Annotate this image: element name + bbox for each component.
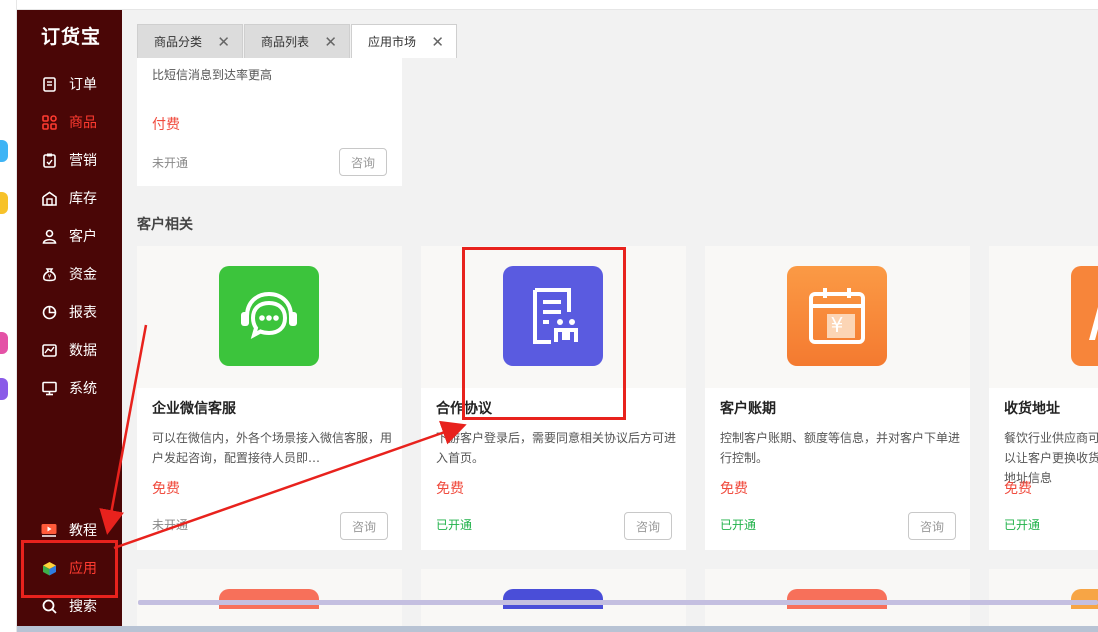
- search-icon: [41, 598, 57, 614]
- svg-text:¥: ¥: [47, 273, 51, 280]
- desktop-edge: [0, 0, 17, 632]
- app-card[interactable]: [421, 569, 686, 626]
- app-card-wechat-service[interactable]: 企业微信客服 可以在微信内，外各个场景接入微信客服，用户发起咨询，配置接待人员即…: [137, 246, 402, 550]
- sidebar-item-label: 系统: [69, 381, 97, 397]
- app-card-shipping-address[interactable]: 收货地址 餐饮行业供应商可以让客户更换收货地址信息 免费 已开通: [989, 246, 1098, 550]
- money-bag-icon: ¥: [41, 266, 57, 282]
- sidebar-item-label: 库存: [69, 191, 97, 207]
- chat-headset-icon: [219, 266, 319, 366]
- app-card[interactable]: [989, 569, 1098, 626]
- app-icon-partial: [503, 589, 603, 609]
- sidebar-item-label: 报表: [69, 305, 97, 321]
- tab-label: 应用市场: [368, 35, 417, 49]
- close-icon[interactable]: ✕: [431, 33, 444, 51]
- play-icon: [41, 522, 57, 538]
- sidebar-item-products[interactable]: 商品: [41, 111, 97, 133]
- clipboard-icon: [41, 152, 57, 168]
- sidebar-item-label: 资金: [69, 267, 97, 283]
- address-icon: [1071, 266, 1098, 366]
- tab-label: 商品分类: [154, 35, 203, 49]
- card-price: 免费: [436, 481, 464, 497]
- app-icon-partial: [1071, 589, 1098, 609]
- sidebar-item-search[interactable]: 搜索: [41, 595, 97, 617]
- grid-icon: [41, 114, 57, 130]
- consult-button[interactable]: 咨询: [340, 512, 388, 540]
- desktop-app-icon: [0, 140, 8, 162]
- app-card[interactable]: [705, 569, 970, 626]
- consult-button[interactable]: 咨询: [908, 512, 956, 540]
- tab-bar: 商品分类 ✕ 商品列表 ✕ 应用市场 ✕: [122, 10, 1098, 58]
- tab-label: 商品列表: [261, 35, 310, 49]
- data-icon: [41, 342, 57, 358]
- card-price: 免费: [152, 481, 180, 497]
- tab-product-list[interactable]: 商品列表 ✕: [244, 24, 350, 58]
- sidebar: 订货宝 订单 商品 营销 库存 客户 ¥ 资金 报表 数据 系统 教程 应用 搜…: [17, 10, 122, 626]
- card-status: 未开通: [152, 156, 189, 170]
- calendar-yen-icon: ¥: [787, 266, 887, 366]
- card-price: 免费: [720, 481, 748, 497]
- annotation-highlight-box: [21, 540, 118, 598]
- tab-app-market[interactable]: 应用市场 ✕: [351, 24, 457, 58]
- app-icon-partial: [219, 589, 319, 609]
- card-desc: 下游客户登录后，需要同意相关协议后方可进入首页。: [436, 431, 677, 465]
- card-status: 已开通: [1004, 518, 1041, 532]
- annotation-highlight-box: [462, 247, 626, 420]
- consult-button[interactable]: 咨询: [339, 148, 387, 176]
- sidebar-item-label: 搜索: [69, 599, 97, 615]
- sidebar-item-system[interactable]: 系统: [41, 377, 97, 399]
- sidebar-item-marketing[interactable]: 营销: [41, 149, 97, 171]
- card-desc: 可以在微信内，外各个场景接入微信客服，用户发起咨询，配置接待人员即…: [152, 431, 393, 465]
- app-card[interactable]: [137, 569, 402, 626]
- svg-text:¥: ¥: [831, 313, 844, 337]
- card-status: 已开通: [436, 518, 473, 532]
- sidebar-item-funds[interactable]: ¥ 资金: [41, 263, 97, 285]
- card-price: 免费: [1004, 481, 1032, 497]
- app-logo: 订货宝: [41, 26, 102, 48]
- monitor-icon: [41, 380, 57, 396]
- close-icon[interactable]: ✕: [324, 33, 337, 51]
- pie-chart-icon: [41, 304, 57, 320]
- sidebar-item-reports[interactable]: 报表: [41, 301, 97, 323]
- sidebar-item-label: 教程: [69, 523, 97, 539]
- sidebar-item-data[interactable]: 数据: [41, 339, 97, 361]
- card-status: 未开通: [152, 518, 189, 532]
- close-icon[interactable]: ✕: [217, 33, 230, 51]
- card-status: 已开通: [720, 518, 757, 532]
- warehouse-icon: [41, 190, 57, 206]
- consult-button[interactable]: 咨询: [624, 512, 672, 540]
- sidebar-item-orders[interactable]: 订单: [41, 73, 97, 95]
- tab-product-category[interactable]: 商品分类 ✕: [137, 24, 243, 58]
- window-bottom-edge: [17, 626, 1098, 632]
- card-image-area: [137, 246, 402, 388]
- card-desc: 控制客户账期、额度等信息，并对客户下单进行控制。: [720, 431, 961, 465]
- sidebar-item-label: 商品: [69, 115, 97, 131]
- card-price: 付费: [152, 117, 180, 133]
- browser-top-edge: [17, 0, 1098, 10]
- app-card-customer-payment-term[interactable]: ¥ 客户账期 控制客户账期、额度等信息，并对客户下单进行控制。 免费 已开通 咨…: [705, 246, 970, 550]
- sidebar-item-label: 订单: [69, 77, 97, 93]
- sidebar-item-customers[interactable]: 客户: [41, 225, 97, 247]
- user-icon: [41, 228, 57, 244]
- sidebar-item-tutorial[interactable]: 教程: [41, 519, 97, 541]
- sidebar-item-label: 营销: [69, 153, 97, 169]
- card-desc: 比短信消息到达率更高: [152, 68, 273, 82]
- order-icon: [41, 76, 57, 92]
- card-title: 企业微信客服: [152, 401, 236, 417]
- section-title: 客户相关: [137, 217, 193, 233]
- desktop-app-icon: [0, 192, 8, 214]
- desktop-app-icon: [0, 378, 8, 400]
- horizontal-scrollbar[interactable]: [138, 600, 1098, 605]
- app-icon-partial: [787, 589, 887, 609]
- desktop-app-icon: [0, 332, 8, 354]
- app-card: 比短信消息到达率更高 付费 未开通 咨询: [137, 58, 402, 186]
- sidebar-item-label: 数据: [69, 343, 97, 359]
- card-title: 收货地址: [1004, 401, 1060, 417]
- card-title: 客户账期: [720, 401, 776, 417]
- card-image-area: ¥: [705, 246, 970, 388]
- card-image-area: [989, 246, 1098, 388]
- sidebar-item-label: 客户: [69, 229, 97, 245]
- sidebar-item-inventory[interactable]: 库存: [41, 187, 97, 209]
